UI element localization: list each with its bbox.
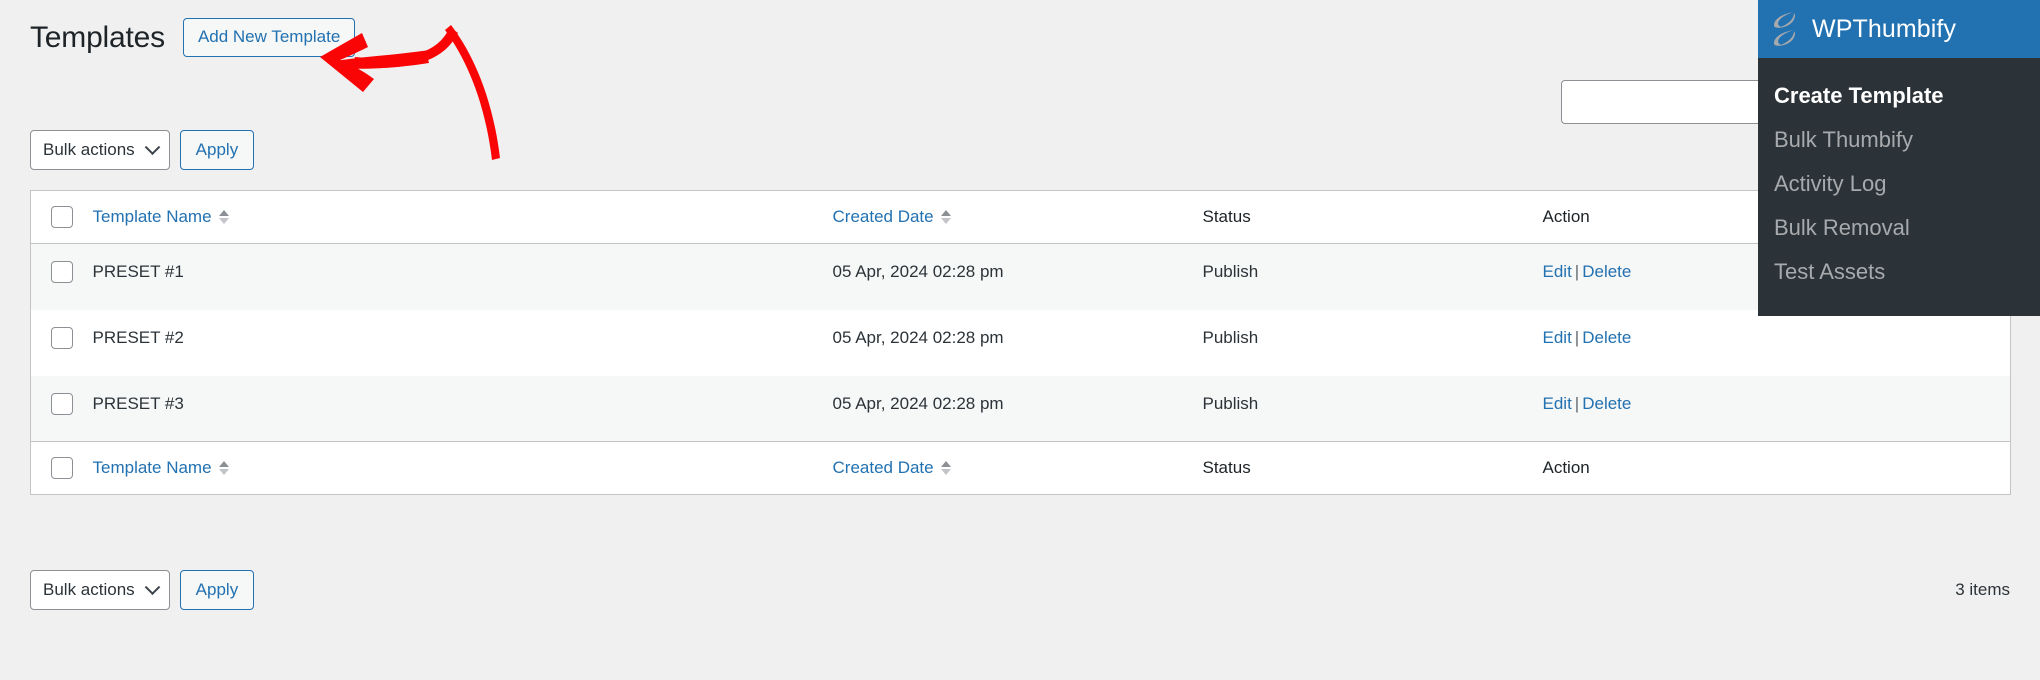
select-all-header [30,190,93,244]
sort-template-name-link-top[interactable]: Template Name [93,207,212,227]
row-checkbox[interactable] [51,326,73,349]
bulk-actions-select-top-label: Bulk actions [43,140,135,159]
delete-link[interactable]: Delete [1582,262,1631,281]
column-header-created-date[interactable]: Created Date [832,190,1203,244]
edit-link[interactable]: Edit [1543,328,1572,347]
row-checkbox[interactable] [51,392,73,415]
bulk-actions-select-bottom-label: Bulk actions [43,580,135,599]
sort-indicator-icon[interactable] [218,210,229,224]
column-footer-action: Action [1542,441,2011,495]
table-head: Template Name Created Date Status Action [30,190,2011,244]
plugin-brand-title: WPThumbify [1812,14,1957,43]
cell-action: Edit | Delete [1543,310,2011,376]
table-footer-row: Template Name Created Date Status Action [30,441,2011,495]
column-header-status: Status [1202,190,1543,244]
page-header: Templates Add New Template [30,18,356,58]
table-row: PRESET #3 05 Apr, 2024 02:28 pm Publish … [30,375,2011,442]
chevron-down-icon [144,139,160,156]
items-count-label: 3 items [1955,580,2010,599]
column-footer-status: Status [1202,441,1543,495]
row-checkbox-cell [31,376,93,442]
row-checkbox-cell [31,244,93,310]
sort-indicator-icon[interactable] [940,210,951,224]
menu-item-bulk-thumbify[interactable]: Bulk Thumbify [1758,118,2040,162]
sort-indicator-icon[interactable] [940,461,951,475]
action-separator: | [1574,327,1580,347]
cell-status: Publish [1202,393,1259,413]
cell-template-name: PRESET #3 [92,393,184,413]
row-checkbox[interactable] [51,261,73,283]
bulk-actions-select-bottom[interactable]: Bulk actions [30,570,170,610]
plugin-menu-panel: WPThumbify Create Template Bulk Thumbify… [1758,0,2040,316]
select-all-checkbox-top[interactable] [51,206,73,228]
delete-link[interactable]: Delete [1582,394,1631,413]
templates-table: Template Name Created Date Status Action… [30,190,2011,495]
table-foot: Template Name Created Date Status Action [30,441,2011,495]
bulk-actions-select-top[interactable]: Bulk actions [30,130,170,170]
tablenav-bottom: Bulk actions Apply [30,570,255,610]
tablenav-top: Bulk actions Apply [30,130,255,170]
action-separator: | [1574,393,1580,413]
chevron-down-icon [144,579,160,596]
row-checkbox-cell [31,310,93,376]
delete-link[interactable]: Delete [1582,328,1631,347]
cell-created-date: 05 Apr, 2024 02:28 pm [832,327,1004,347]
table-row: PRESET #2 05 Apr, 2024 02:28 pm Publish … [30,309,2011,376]
plugin-brand-header: WPThumbify [1758,0,2040,58]
cell-template-name: PRESET #2 [92,327,184,347]
action-separator: | [1574,262,1580,281]
sort-created-date-link-bottom[interactable]: Created Date [833,458,934,478]
wpthumbify-logo-icon [1774,12,1795,46]
select-all-footer [30,441,93,495]
apply-button-bottom[interactable]: Apply [179,570,255,610]
select-all-checkbox-bottom[interactable] [51,457,73,479]
column-footer-created-date[interactable]: Created Date [832,441,1203,495]
sort-template-name-link-bottom[interactable]: Template Name [93,458,212,478]
column-footer-template-name[interactable]: Template Name [92,441,833,495]
table-header-row: Template Name Created Date Status Action [30,190,2011,244]
edit-link[interactable]: Edit [1543,262,1572,281]
cell-status: Publish [1202,327,1259,347]
cell-created-date: 05 Apr, 2024 02:28 pm [832,262,1004,281]
plugin-menu-list: Create Template Bulk Thumbify Activity L… [1758,58,2040,316]
menu-item-test-assets[interactable]: Test Assets [1758,250,2040,294]
menu-item-bulk-removal[interactable]: Bulk Removal [1758,206,2040,250]
add-new-template-button[interactable]: Add New Template [182,18,356,58]
cell-created-date: 05 Apr, 2024 02:28 pm [832,393,1004,413]
sort-indicator-icon[interactable] [218,461,229,475]
cell-status: Publish [1202,262,1259,281]
menu-item-activity-log[interactable]: Activity Log [1758,162,2040,206]
cell-template-name: PRESET #1 [92,262,184,281]
table-row: PRESET #1 05 Apr, 2024 02:28 pm Publish … [30,243,2011,310]
page-title: Templates [30,21,165,55]
column-header-template-name[interactable]: Template Name [92,190,833,244]
table-body: PRESET #1 05 Apr, 2024 02:28 pm Publish … [30,243,2011,442]
menu-item-create-template[interactable]: Create Template [1758,74,2040,118]
apply-button-top[interactable]: Apply [179,130,255,170]
sort-created-date-link-top[interactable]: Created Date [833,207,934,227]
edit-link[interactable]: Edit [1543,394,1572,413]
cell-action: Edit | Delete [1543,376,2011,442]
